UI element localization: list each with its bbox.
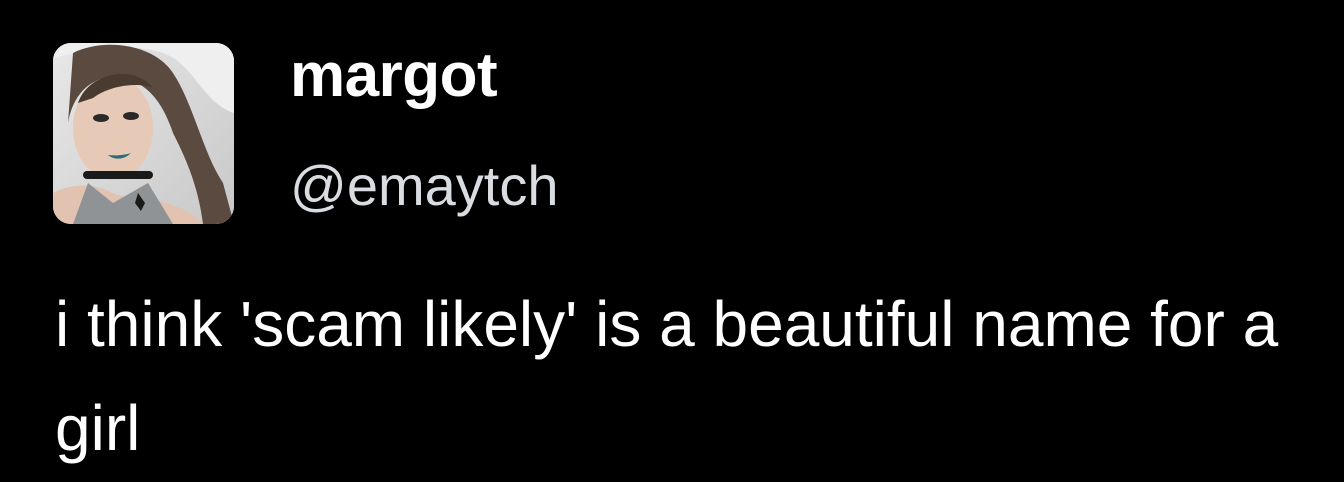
- tweet-text: i think 'scam likely' is a beautiful nam…: [55, 288, 1279, 464]
- tweet-card: margot @emaytch i think 'scam likely' is…: [0, 0, 1344, 482]
- profile-photo-icon: [53, 43, 234, 224]
- user-handle[interactable]: @emaytch: [290, 150, 559, 222]
- display-name[interactable]: margot: [290, 38, 498, 114]
- avatar[interactable]: [53, 43, 234, 224]
